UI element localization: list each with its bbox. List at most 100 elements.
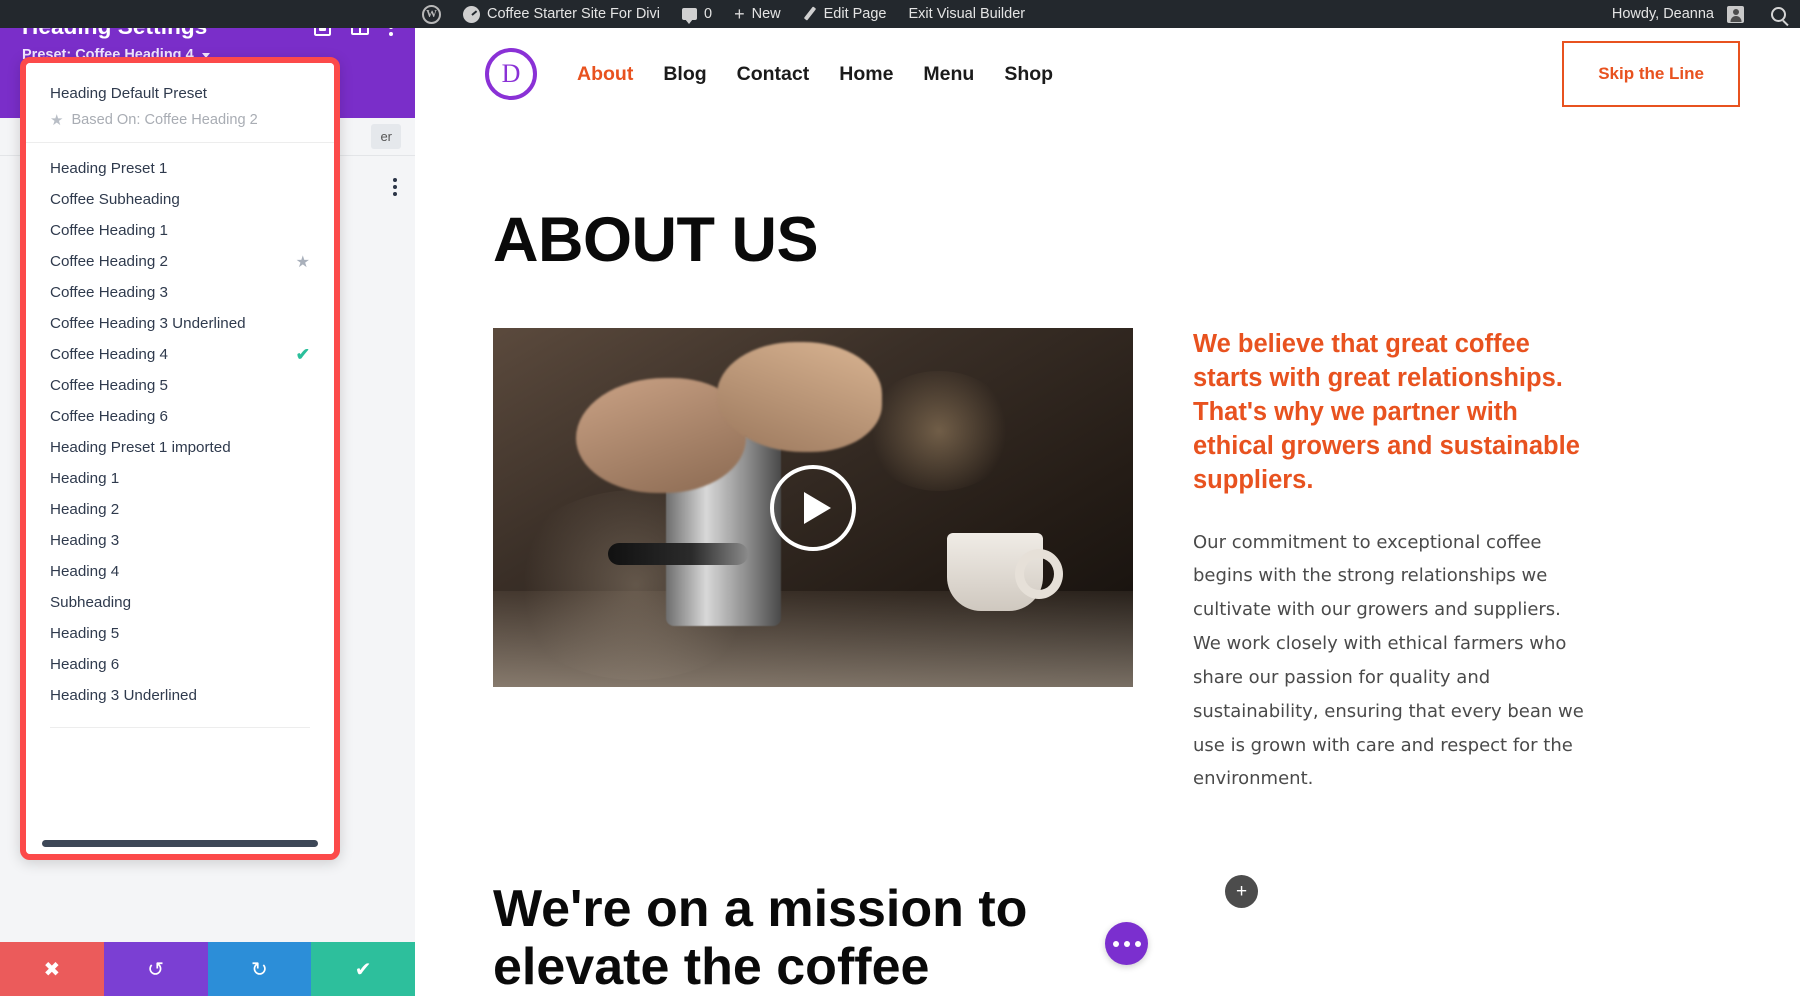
preset-option-coffee-subheading[interactable]: Coffee Subheading: [26, 184, 334, 215]
visual-builder-canvas: D About Blog Contact Home Menu Shop Skip…: [415, 28, 1800, 996]
save-button[interactable]: ✔: [311, 942, 415, 996]
nav-link-shop[interactable]: Shop: [1004, 63, 1053, 86]
selected-check-icon: ✔: [295, 344, 310, 364]
add-module-button[interactable]: +: [1225, 875, 1258, 908]
comment-count: 0: [704, 6, 713, 22]
howdy-label: Howdy, Deanna: [1611, 6, 1714, 22]
video-counter-surface: [493, 591, 1133, 687]
preset-option-label: Heading 2: [50, 501, 120, 518]
preset-option-label: Heading 3 Underlined: [50, 687, 197, 704]
wordpress-menu-item[interactable]: [418, 0, 452, 28]
default-preset-row[interactable]: Heading Default Preset ★ Based On: Coffe…: [26, 63, 334, 143]
preset-option-heading-2[interactable]: Heading 2: [26, 494, 334, 525]
primary-navigation: About Blog Contact Home Menu Shop: [577, 63, 1053, 86]
redo-button[interactable]: ↻: [207, 942, 312, 996]
preset-option-label: Heading Preset 1 imported: [50, 439, 231, 456]
tab-chip[interactable]: er: [371, 124, 401, 149]
exit-visual-builder-menu-item[interactable]: Exit Visual Builder: [898, 0, 1037, 28]
preset-option-heading-6[interactable]: Heading 6: [26, 649, 334, 680]
dashboard-gauge-icon: [463, 5, 480, 23]
about-text-column: We believe that great coffee starts with…: [1193, 328, 1593, 796]
logo-letter: D: [501, 59, 521, 88]
settings-action-bar: ✖ ↺ ↻ ✔: [0, 942, 415, 996]
preset-option-coffee-heading-2[interactable]: Coffee Heading 2 ★: [26, 246, 334, 277]
ellipsis-dot: [1123, 940, 1130, 947]
site-logo[interactable]: D: [485, 48, 537, 100]
site-name-label: Coffee Starter Site For Divi: [487, 6, 660, 22]
default-preset-based-on: ★ Based On: Coffee Heading 2: [50, 112, 310, 128]
comments-menu-item[interactable]: 0: [671, 0, 723, 28]
preset-option-coffee-heading-5[interactable]: Coffee Heading 5: [26, 370, 334, 401]
based-on-label: Based On: Coffee Heading 2: [71, 112, 258, 128]
wordpress-logo-icon: [422, 4, 441, 24]
page-title: ABOUT US: [493, 205, 819, 275]
account-menu-item[interactable]: Howdy, Deanna: [1608, 0, 1755, 28]
ellipsis-dot: [1112, 940, 1119, 947]
edit-page-label: Edit Page: [823, 6, 887, 22]
nav-link-blog[interactable]: Blog: [663, 63, 706, 86]
preset-option-label: Heading 6: [50, 656, 120, 673]
lead-paragraph: We believe that great coffee starts with…: [1193, 330, 1580, 494]
site-header: D About Blog Contact Home Menu Shop Skip…: [415, 28, 1800, 120]
preset-option-label: Coffee Heading 5: [50, 377, 168, 394]
preset-option-heading-3[interactable]: Heading 3: [26, 525, 334, 556]
edit-page-menu-item[interactable]: Edit Page: [792, 0, 898, 28]
default-preset-name: Heading Default Preset: [50, 85, 208, 102]
play-button-icon[interactable]: [770, 464, 856, 551]
about-content-row: We believe that great coffee starts with…: [493, 328, 1800, 796]
default-star-icon: ★: [295, 253, 310, 271]
search-icon[interactable]: [1771, 6, 1786, 22]
preset-option-heading-3-underlined[interactable]: Heading 3 Underlined: [26, 680, 334, 711]
cancel-button[interactable]: ✖: [0, 942, 104, 996]
preset-option-heading-preset-1[interactable]: Heading Preset 1: [26, 153, 334, 184]
preset-option-label: Heading 4: [50, 563, 120, 580]
preset-option-label: Coffee Heading 3: [50, 284, 168, 301]
preset-option-label: Coffee Heading 4: [50, 346, 168, 363]
preset-option-coffee-heading-3-underlined[interactable]: Coffee Heading 3 Underlined: [26, 308, 334, 339]
site-name-menu-item[interactable]: Coffee Starter Site For Divi: [452, 0, 671, 28]
skip-the-line-button[interactable]: Skip the Line: [1562, 41, 1740, 107]
dropdown-scrollbar[interactable]: [42, 840, 318, 847]
admin-bar-right-group: Howdy, Deanna: [1608, 0, 1800, 28]
avatar: [1727, 5, 1744, 23]
preset-option-coffee-heading-6[interactable]: Coffee Heading 6: [26, 401, 334, 432]
undo-button[interactable]: ↺: [103, 942, 208, 996]
plus-icon: +: [734, 4, 745, 24]
new-label: New: [751, 6, 781, 22]
mission-heading: We're on a mission to elevate the coffee: [493, 880, 1028, 996]
preset-options: Heading Preset 1 Coffee Subheading Coffe…: [26, 143, 334, 711]
video-bokeh-1: [864, 371, 1015, 492]
video-module[interactable]: [493, 328, 1133, 687]
preset-option-coffee-heading-3[interactable]: Coffee Heading 3: [26, 277, 334, 308]
builder-main-menu-button[interactable]: [1105, 922, 1148, 965]
preset-option-heading-preset-1-imported[interactable]: Heading Preset 1 imported: [26, 432, 334, 463]
row-options-kebab-icon[interactable]: [393, 178, 397, 196]
pencil-icon: [803, 7, 817, 21]
preset-option-label: Coffee Heading 1: [50, 222, 168, 239]
body-paragraph: Our commitment to exceptional coffee beg…: [1193, 531, 1584, 790]
preset-option-label: Heading 3: [50, 532, 120, 549]
preset-option-label: Subheading: [50, 594, 132, 611]
preset-option-label: Heading Preset 1: [50, 160, 168, 177]
preset-option-coffee-heading-4[interactable]: Coffee Heading 4 ✔: [26, 339, 334, 370]
preset-option-subheading[interactable]: Subheading: [26, 587, 334, 618]
preset-option-label: Coffee Heading 2: [50, 253, 168, 270]
preset-option-coffee-heading-1[interactable]: Coffee Heading 1: [26, 215, 334, 246]
preset-option-heading-1[interactable]: Heading 1: [26, 463, 334, 494]
heading-settings-panel: Heading Settings Preset: Coffee Heading …: [0, 0, 415, 996]
preset-option-label: Heading 1: [50, 470, 120, 487]
preset-option-label: Coffee Heading 3 Underlined: [50, 315, 246, 332]
star-icon: ★: [50, 111, 64, 129]
preset-option-heading-5[interactable]: Heading 5: [26, 618, 334, 649]
portafilter-shape: [608, 543, 749, 566]
preset-dropdown-highlight: Heading Default Preset ★ Based On: Coffe…: [20, 57, 340, 860]
preset-option-heading-4[interactable]: Heading 4: [26, 556, 334, 587]
new-content-menu-item[interactable]: + New: [723, 0, 792, 28]
nav-link-contact[interactable]: Contact: [737, 63, 810, 86]
nav-link-home[interactable]: Home: [839, 63, 893, 86]
nav-link-about[interactable]: About: [577, 63, 633, 86]
preset-dropdown-list: Heading Default Preset ★ Based On: Coffe…: [26, 63, 334, 854]
nav-link-menu[interactable]: Menu: [923, 63, 974, 86]
wp-admin-bar: Coffee Starter Site For Divi 0 + New Edi…: [0, 0, 1800, 28]
exit-visual-builder-label: Exit Visual Builder: [908, 6, 1026, 22]
